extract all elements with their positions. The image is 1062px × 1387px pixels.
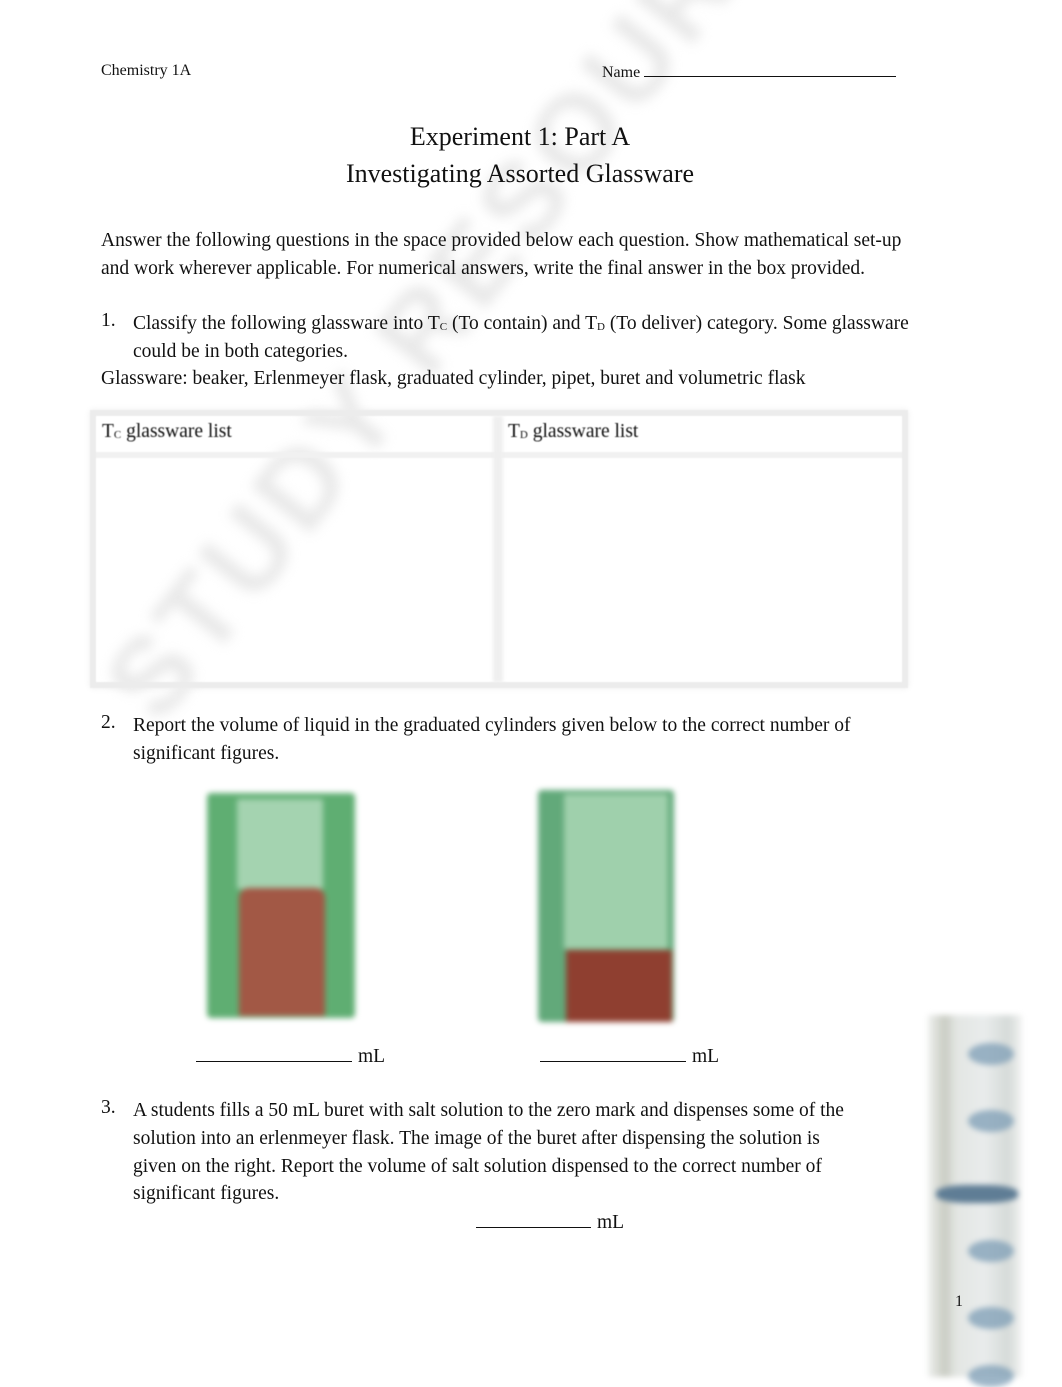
q1-text-a: Classify the following glassware into T [133,313,440,334]
watermark: STUDY RESOURCE — DO NOT POST [70,0,1062,1160]
instructions-line-1: Answer the following questions in the sp… [101,230,902,251]
q1-text-b: (To contain) and T [447,313,597,334]
tc-prefix: T [102,421,114,442]
q2-answer-2-unit: mL [692,1046,720,1067]
q3-text-line-3: given on the right. Report the volume of… [133,1156,822,1177]
q3-text-line-4: significant figures. [133,1183,280,1204]
q2-answer-1[interactable]: mL [196,1043,385,1068]
instructions-line-2: and work wherever applicable. For numeri… [101,258,866,279]
q3-answer-blank[interactable] [476,1209,591,1228]
buret-graduation-mark [968,1240,1014,1262]
glassware-classification-table: TC glassware list TD glassware list [90,410,908,688]
cylinder-1-glass [237,799,323,889]
q2-answer-1-unit: mL [358,1046,386,1067]
cylinder-2-liquid [566,950,672,1022]
td-label: glassware list [527,421,639,442]
page-subtitle: Investigating Assorted Glassware [345,159,695,188]
cylinder-1-liquid [239,888,325,1016]
buret-graduation-mark [968,1110,1014,1132]
q1-text-line-2: could be in both categories. [133,341,348,362]
q3-text-line-2: solution into an erlenmeyer flask. The i… [133,1128,820,1149]
q1-text-c: (To deliver) category. Some glassware [604,313,909,334]
q3-text-line-1: A students fills a 50 mL buret with salt… [133,1100,844,1121]
q2-number: 2. [101,712,116,733]
tc-answer-cell[interactable] [96,458,493,682]
q2-answer-2-blank[interactable] [540,1043,686,1062]
name-field[interactable]: Name [602,62,897,82]
q2-text-line-1: Report the volume of liquid in the gradu… [133,715,851,736]
buret-graduation-mark [968,1365,1014,1387]
td-answer-cell[interactable] [503,458,902,682]
table-column-divider [493,416,503,682]
page-number: 1 [955,1293,963,1310]
q1-number: 1. [101,310,116,331]
q1-sub-d: D [596,321,605,333]
buret-graduation-mark [968,1307,1014,1329]
q1-glassware-list: Glassware: beaker, Erlenmeyer flask, gra… [101,368,806,389]
td-column-header: TD glassware list [508,421,638,443]
q3-answer[interactable]: mL [476,1209,624,1234]
name-blank-line[interactable] [644,62,897,77]
name-label: Name [602,64,641,81]
td-sub: D [519,429,528,441]
course-label: Chemistry 1A [101,62,192,79]
page-title: Experiment 1: Part A [409,122,631,151]
q1-text-line-1: Classify the following glassware into TC… [133,310,909,341]
graduated-cylinder-image-2 [538,790,674,1022]
tc-label: glassware list [121,421,232,442]
tc-column-header: TC glassware list [102,421,232,443]
q2-answer-2[interactable]: mL [540,1043,719,1068]
q2-text-line-2: significant figures. [133,743,280,764]
buret-meniscus [936,1185,1018,1203]
q2-answer-1-blank[interactable] [196,1043,352,1062]
buret-image [928,1015,1022,1387]
graduated-cylinder-image-1 [207,793,355,1018]
buret-graduation-mark [968,1043,1014,1065]
td-prefix: T [508,421,520,442]
cylinder-2-glass [564,794,668,949]
q3-answer-unit: mL [597,1212,625,1233]
q1-sub-c: C [439,321,448,333]
q3-number: 3. [101,1097,116,1118]
